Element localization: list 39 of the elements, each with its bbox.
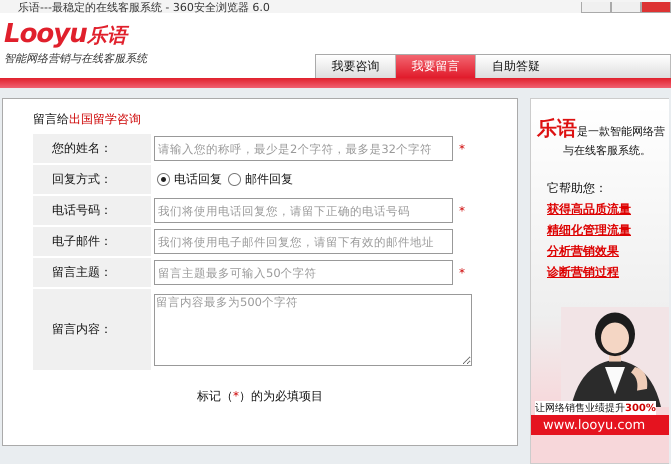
field-label: 电子邮件： [33, 227, 151, 256]
benefit-link[interactable]: 获得高品质流量 [547, 201, 669, 218]
radio-button[interactable] [157, 173, 170, 186]
required-mark: * [459, 204, 465, 218]
ad-brand: 乐语 [537, 117, 577, 139]
field-label: 您的姓名： [33, 134, 151, 163]
benefit-link[interactable]: 诊断营销过程 [547, 264, 669, 281]
ad-slogan: 让网络销售业绩提升300% [535, 401, 656, 415]
logo: Looyu乐语 [4, 19, 147, 49]
message-field[interactable]: 留言内容最多为500个字符 [154, 294, 472, 366]
ad-text: 与在线客服系统。 [563, 143, 652, 158]
radio-label: 电话回复 [174, 171, 222, 188]
ad-url: www.looyu.com [531, 415, 669, 435]
field-label: 回复方式： [33, 165, 151, 194]
input-field[interactable]: 我们将使用电子邮件回复您，请留下有效的邮件地址 [154, 229, 453, 254]
input-field[interactable]: 我们将使用电话回复您，请留下正确的电话号码 [154, 198, 453, 223]
benefit-link[interactable]: 精细化管理流量 [547, 222, 669, 239]
required-mark: * [459, 266, 465, 280]
field-label: 电话号码： [33, 196, 151, 225]
tagline: 智能网络营销与在线客服系统 [4, 51, 147, 66]
input-field[interactable]: 留言主题最多可输入50个字符 [154, 260, 453, 285]
field-label: 留言内容： [33, 289, 151, 370]
nav-tab[interactable]: 自助答疑 [476, 55, 671, 78]
required-mark: * [459, 142, 465, 156]
nav-tab[interactable]: 我要留言 [396, 55, 476, 78]
radio-label: 邮件回复 [245, 171, 293, 188]
window-title: 乐语---最稳定的在线客服系统 - 360安全浏览器 6.0 [18, 2, 270, 13]
field-label: 留言主题： [33, 258, 151, 287]
input-field[interactable]: 请输入您的称呼，最少是2个字符，最多是32个字符 [154, 136, 453, 161]
ad-text: 是一款智能网络营 [577, 124, 665, 139]
ad-heading: 它帮助您： [547, 180, 608, 197]
required-note: 标记（*）的为必填项目 [196, 388, 324, 405]
radio-button[interactable] [228, 173, 241, 186]
maximize-button[interactable] [611, 2, 641, 13]
minimize-button[interactable] [581, 2, 611, 13]
close-button[interactable] [641, 2, 671, 13]
benefit-link[interactable]: 分析营销效果 [547, 243, 669, 260]
nav-tab[interactable]: 我要咨询 [316, 55, 396, 78]
form-intro: 留言给出国留学咨询 [33, 111, 142, 128]
